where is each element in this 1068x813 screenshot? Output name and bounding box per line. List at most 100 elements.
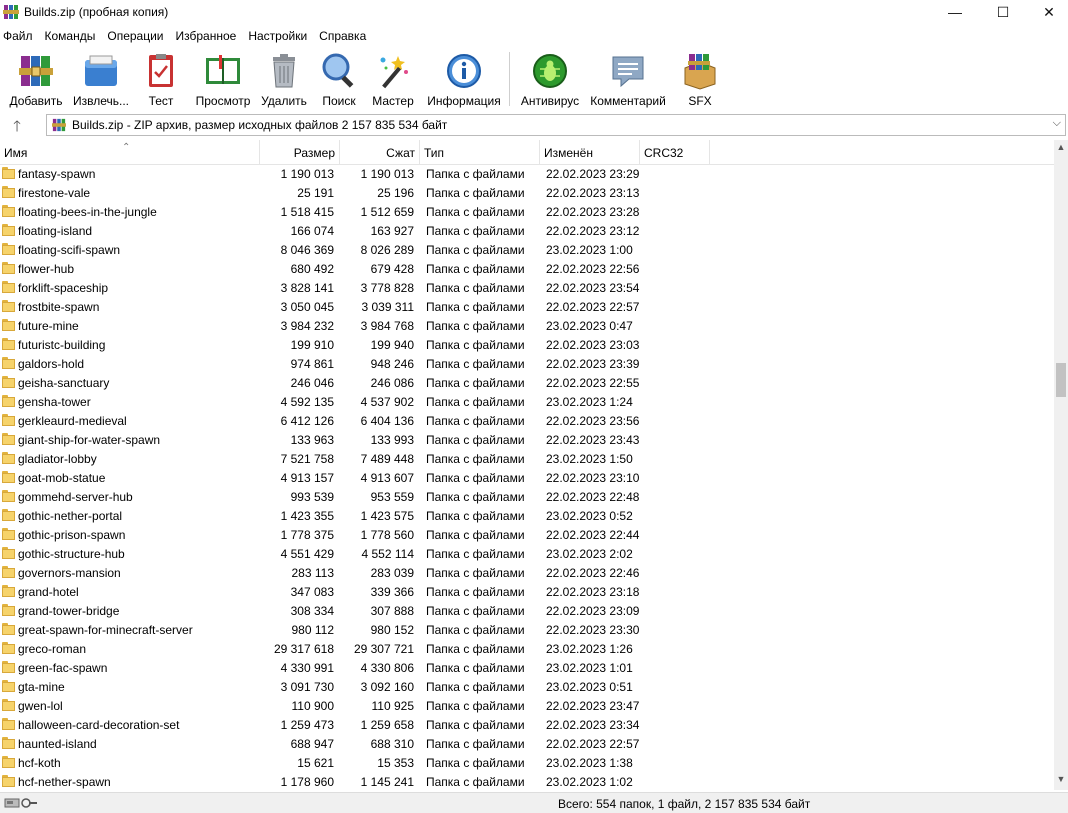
file-row[interactable]: gerkleaurd-medieval 6 412 126 6 404 136 Пап… (0, 412, 1054, 431)
scroll-down-arrow[interactable]: ▼ (1054, 772, 1068, 786)
file-type: Папка с файлами (426, 433, 525, 447)
file-row[interactable]: gothic-structure-hub 4 551 429 4 552 114 Па… (0, 545, 1054, 564)
file-type: Папка с файлами (426, 167, 525, 181)
find-button[interactable]: Поиск (316, 52, 362, 108)
view-button[interactable]: Просмотр (192, 52, 254, 108)
file-type: Папка с файлами (426, 509, 525, 523)
file-row[interactable]: grand-tower-bridge 308 334 307 888 Папка с … (0, 602, 1054, 621)
file-row[interactable]: gothic-prison-spawn 1 778 375 1 778 560 Пап… (0, 526, 1054, 545)
file-row[interactable]: halloween-card-decoration-set 1 259 473 1 … (0, 716, 1054, 735)
file-row[interactable]: floating-bees-in-the-jungle 1 518 415 1 51… (0, 203, 1054, 222)
file-row[interactable]: futuristc-building 199 910 199 940 Папка с … (0, 336, 1054, 355)
column-type[interactable]: Тип (420, 140, 540, 164)
extract-icon (82, 52, 120, 90)
window-title: Builds.zip (пробная копия) (24, 5, 169, 19)
file-row[interactable]: frostbite-spawn 3 050 045 3 039 311 Папка с… (0, 298, 1054, 317)
file-row[interactable]: governors-mansion 283 113 283 039 Папка с ф… (0, 564, 1054, 583)
wizard-button[interactable]: Мастер (369, 52, 417, 108)
chevron-down-icon[interactable]: ⌵ (1053, 117, 1061, 130)
file-row[interactable]: firestone-vale 25 191 25 196 Папка с файлам… (0, 184, 1054, 203)
sfx-label: SFX (688, 94, 712, 108)
file-name: gothic-nether-portal (18, 509, 123, 523)
file-row[interactable]: flower-hub 680 492 679 428 Папка с файлами 2… (0, 260, 1054, 279)
file-name: goat-mob-statue (18, 471, 106, 485)
menu-favorites[interactable]: Избранное (173, 26, 244, 46)
vertical-scrollbar[interactable]: ▲ ▼ (1054, 140, 1068, 790)
menu-operations[interactable]: Операции (104, 26, 170, 46)
file-type: Папка с файлами (426, 319, 525, 333)
file-name: grand-hotel (18, 585, 79, 599)
file-row[interactable]: future-mine 3 984 232 3 984 768 Папка с фай… (0, 317, 1054, 336)
file-name: hcf-nether-spawn (18, 775, 111, 789)
file-packed-size: 283 039 (370, 566, 414, 580)
extract-button[interactable]: Извлечь... (71, 52, 131, 108)
column-crc32[interactable]: CRC32 (640, 140, 710, 164)
file-row[interactable]: fantasy-spawn 1 190 013 1 190 013 Папка с ф… (0, 165, 1054, 184)
menu-help[interactable]: Справка (316, 26, 373, 46)
file-row[interactable]: geisha-sanctuary 246 046 246 086 Папка с фа… (0, 374, 1054, 393)
folder-icon (2, 167, 15, 179)
toolbar: Добавить Извлечь... Тест Просмотр Удалит… (0, 48, 1068, 110)
folder-icon (2, 490, 15, 502)
file-modified: 22.02.2023 23:34 (546, 718, 640, 732)
file-modified: 22.02.2023 23:56 (546, 414, 640, 428)
file-row[interactable]: hcf-nether-spawn 1 178 960 1 145 241 Папка … (0, 773, 1054, 790)
file-row[interactable]: gwen-lol 110 900 110 925 Папка с файлами 22.… (0, 697, 1054, 716)
file-row[interactable]: great-spawn-for-minecraft-server 980 112 9… (0, 621, 1054, 640)
file-type: Папка с файлами (426, 566, 525, 580)
sfx-button[interactable]: SFX (677, 52, 723, 108)
file-row[interactable]: galdors-hold 974 861 948 246 Папка с файлам… (0, 355, 1054, 374)
minimize-button[interactable]: — (932, 0, 978, 24)
view-icon (204, 52, 242, 90)
up-folder-button[interactable]: 🡑 (8, 116, 26, 135)
folder-icon (2, 718, 15, 730)
folder-icon (2, 338, 15, 350)
file-modified: 22.02.2023 23:03 (546, 338, 640, 352)
menu-file[interactable]: Файл (0, 26, 40, 46)
file-row[interactable]: floating-island 166 074 163 927 Папка с фай… (0, 222, 1054, 241)
folder-icon (2, 661, 15, 673)
file-type: Папка с файлами (426, 585, 525, 599)
file-row[interactable]: gothic-nether-portal 1 423 355 1 423 575 Па… (0, 507, 1054, 526)
maximize-button[interactable]: ☐ (980, 0, 1026, 24)
add-button[interactable]: Добавить (6, 52, 66, 108)
file-row[interactable]: giant-ship-for-water-spawn 133 963 133 993… (0, 431, 1054, 450)
folder-icon (2, 262, 15, 274)
file-row[interactable]: goat-mob-statue 4 913 157 4 913 607 Папка с… (0, 469, 1054, 488)
file-row[interactable]: floating-scifi-spawn 8 046 369 8 026 289 Па… (0, 241, 1054, 260)
column-modified[interactable]: Изменён (540, 140, 640, 164)
file-type: Папка с файлами (426, 490, 525, 504)
file-packed-size: 3 778 828 (360, 281, 414, 295)
column-packed[interactable]: Сжат (340, 140, 420, 164)
path-field[interactable]: Builds.zip - ZIP архив, размер исходных … (46, 114, 1066, 136)
test-button[interactable]: Тест (137, 52, 185, 108)
antivirus-button[interactable]: Антивирус (516, 52, 584, 108)
scroll-up-arrow[interactable]: ▲ (1054, 140, 1068, 154)
column-size[interactable]: Размер (260, 140, 340, 164)
file-row[interactable]: grand-hotel 347 083 339 366 Папка с файлами… (0, 583, 1054, 602)
winrar-app-icon[interactable] (3, 4, 19, 20)
file-row[interactable]: gta-mine 3 091 730 3 092 160 Папка с файлам… (0, 678, 1054, 697)
comment-button[interactable]: Комментарий (590, 52, 666, 108)
file-row[interactable]: green-fac-spawn 4 330 991 4 330 806 Папка с… (0, 659, 1054, 678)
file-name: gothic-structure-hub (18, 547, 125, 561)
file-type: Папка с файлами (426, 623, 525, 637)
column-name[interactable]: Имя ⌃ (0, 140, 260, 164)
file-row[interactable]: hcf-koth 15 621 15 353 Папка с файлами 23.02… (0, 754, 1054, 773)
file-name: greco-roman (18, 642, 87, 656)
file-row[interactable]: greco-roman 29 317 618 29 307 721 Папка с ф… (0, 640, 1054, 659)
file-modified: 23.02.2023 1:01 (546, 661, 633, 675)
menu-options[interactable]: Настройки (245, 26, 314, 46)
file-row[interactable]: gommehd-server-hub 993 539 953 559 Папка с … (0, 488, 1054, 507)
file-type: Папка с файлами (426, 262, 525, 276)
file-row[interactable]: forklift-spaceship 3 828 141 3 778 828 Папк… (0, 279, 1054, 298)
file-row[interactable]: haunted-island 688 947 688 310 Папка с файл… (0, 735, 1054, 754)
delete-button[interactable]: Удалить (259, 52, 309, 108)
scroll-thumb[interactable] (1056, 363, 1066, 397)
file-name: gladiator-lobby (18, 452, 97, 466)
menu-commands[interactable]: Команды (42, 26, 103, 46)
info-button[interactable]: Информация (424, 52, 504, 108)
file-row[interactable]: gensha-tower 4 592 135 4 537 902 Папка с фа… (0, 393, 1054, 412)
file-row[interactable]: gladiator-lobby 7 521 758 7 489 448 Папка с… (0, 450, 1054, 469)
close-button[interactable]: ✕ (1026, 0, 1068, 24)
